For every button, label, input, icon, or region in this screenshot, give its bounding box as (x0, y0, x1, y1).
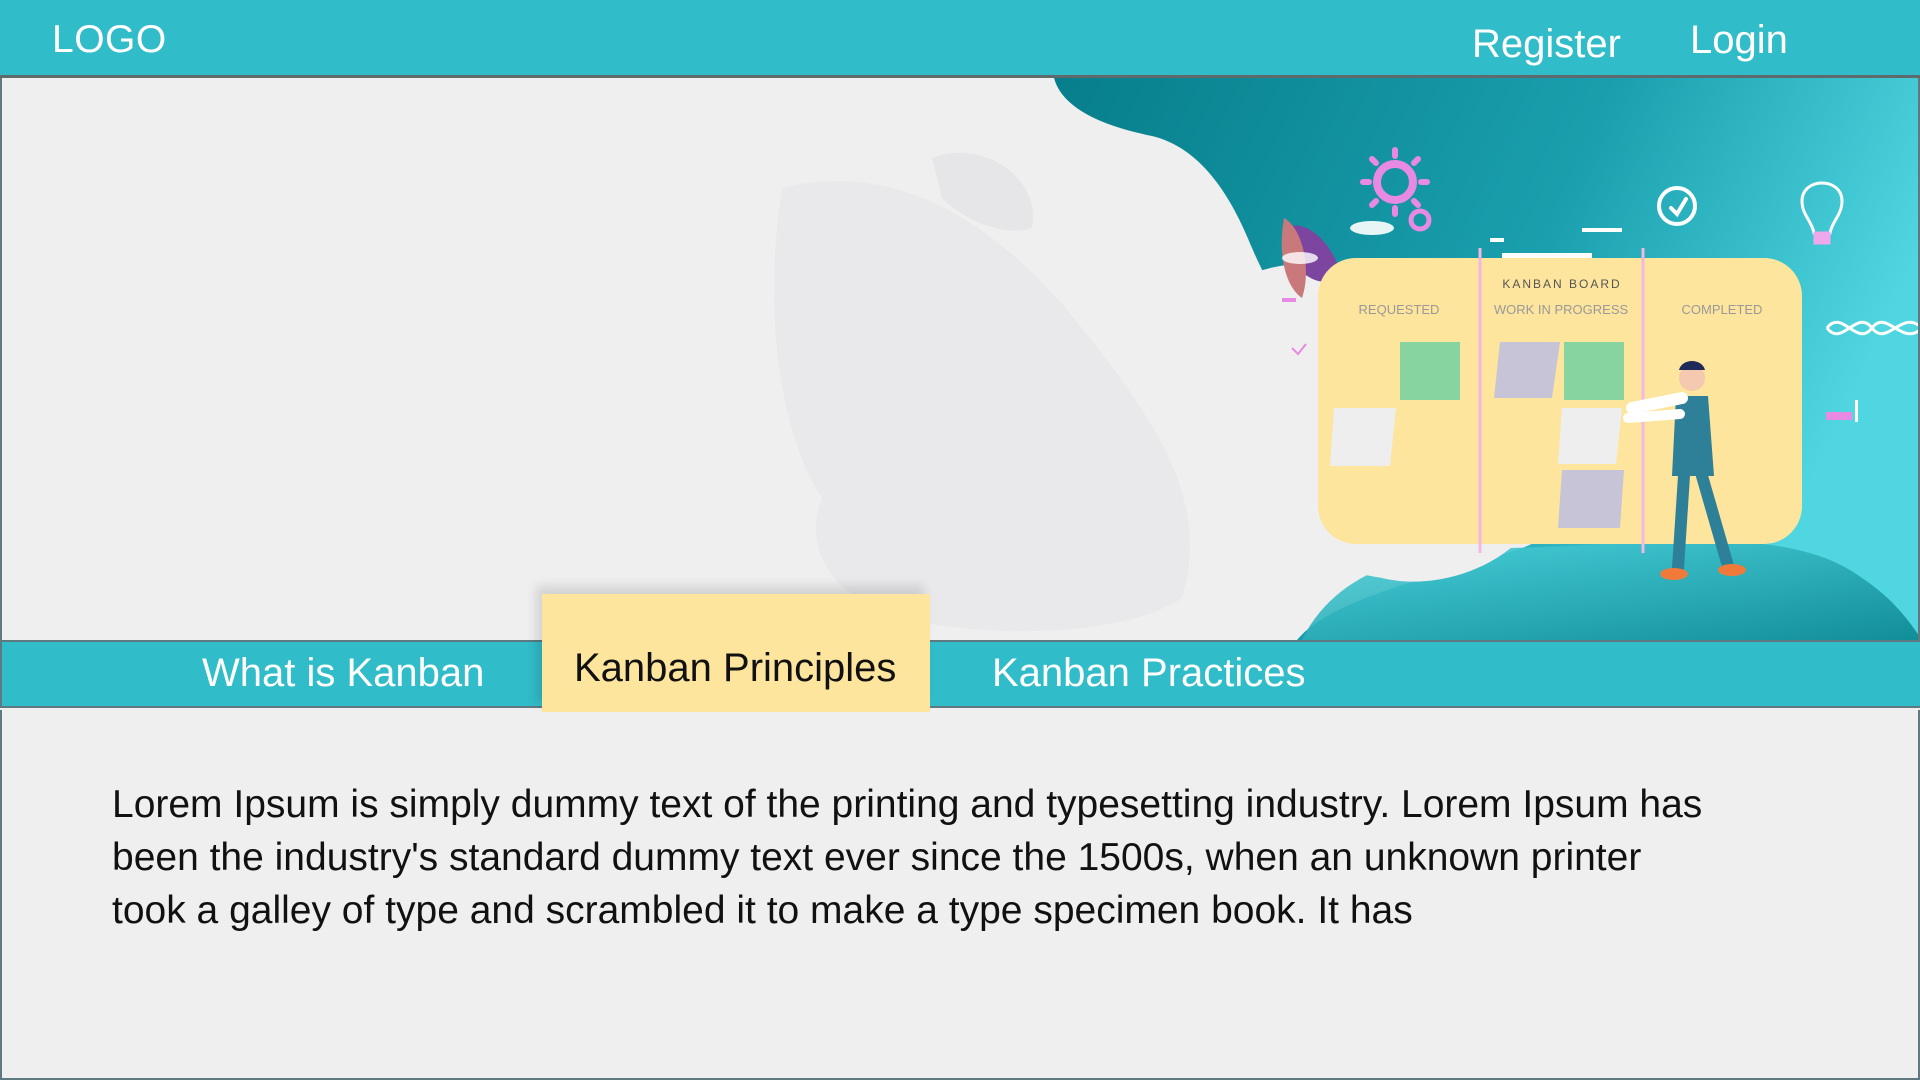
board-title: KANBAN BOARD (1502, 277, 1621, 291)
tab-kanban-practices[interactable]: Kanban Practices (992, 642, 1306, 708)
board-column-wip: WORK IN PROGRESS (1494, 302, 1629, 317)
tab-kanban-principles[interactable]: Kanban Principles (542, 594, 930, 712)
board-column-requested: REQUESTED (1359, 302, 1440, 317)
tab-what-is-kanban[interactable]: What is Kanban (202, 642, 484, 708)
kanban-board: KANBAN BOARD REQUESTED WORK IN PROGRESS … (1318, 248, 1802, 553)
tab-bar: What is Kanban Kanban Practices (0, 640, 1920, 708)
tab-kanban-principles-label: Kanban Principles (574, 646, 897, 690)
login-link[interactable]: Login (1690, 18, 1788, 63)
hero-banner: KANBAN BOARD REQUESTED WORK IN PROGRESS … (0, 78, 1920, 640)
kanban-illustration: KANBAN BOARD REQUESTED WORK IN PROGRESS … (774, 78, 1918, 640)
logo[interactable]: LOGO (52, 18, 167, 62)
board-column-completed: COMPLETED (1682, 302, 1763, 317)
register-link[interactable]: Register (1472, 22, 1621, 67)
top-navbar: LOGO Register Login (0, 0, 1920, 78)
tab-content-panel: Lorem Ipsum is simply dummy text of the … (0, 710, 1920, 1080)
content-text: Lorem Ipsum is simply dummy text of the … (112, 783, 1703, 932)
background-blob (774, 180, 1190, 632)
